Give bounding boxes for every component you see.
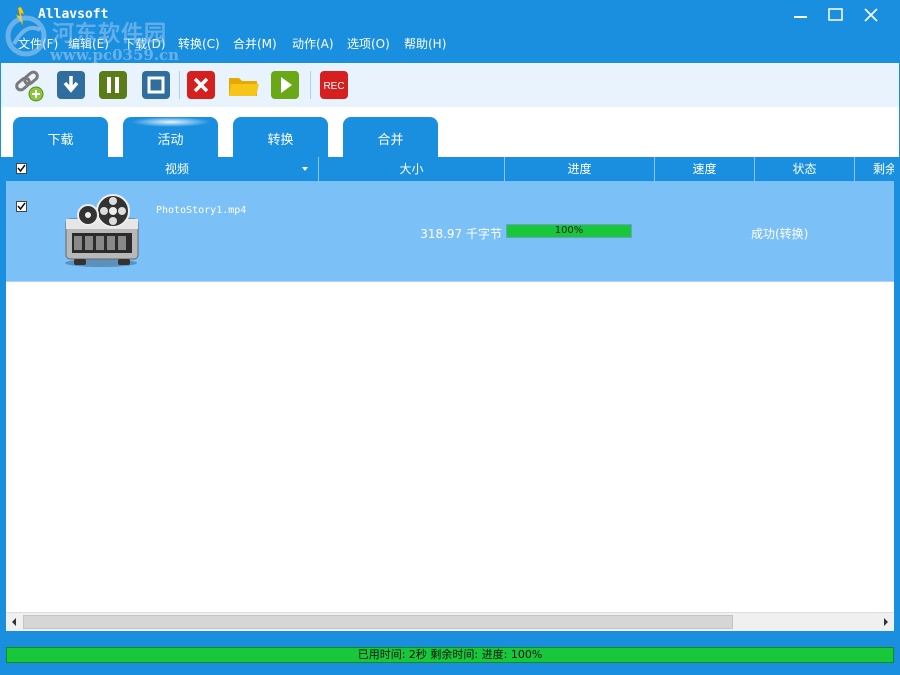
menu-download[interactable]: 下载(D) [123,35,166,52]
tab-label: 转换 [267,133,294,148]
tab-convert[interactable]: 转换 [233,117,328,157]
sort-desc-icon [302,167,308,171]
select-all-checkbox[interactable] [16,163,27,174]
checkmark-icon [17,164,26,173]
minimize-button[interactable] [786,4,816,26]
app-window: Allavsoft 文件(F) 编辑(E) 下载(D) 转换(C) 合并(M) … [0,0,900,675]
close-icon [864,8,878,22]
triangle-left-icon [12,618,16,626]
menu-file[interactable]: 文件(F) [18,35,58,52]
file-name: PhotoStory1.mp4 [156,205,247,216]
download-arrow-icon [57,71,85,99]
progress-bar: 100% [506,224,632,238]
menu-merge[interactable]: 合并(M) [233,35,277,52]
menu-action[interactable]: 动作(A) [292,35,334,52]
pause-button[interactable] [98,70,128,100]
menu-convert[interactable]: 转换(C) [178,35,220,52]
table-header: 视频 大小 进度 速度 状态 剩余 [6,157,894,181]
open-folder-button[interactable] [228,70,259,100]
tab-label: 合并 [377,133,404,148]
window-title: Allavsoft [38,7,109,22]
maximize-button[interactable] [821,4,851,26]
status-bar: 已用时间: 2秒 剩余时间: 进度: 100% [6,647,894,663]
tab-label: 活动 [157,133,184,148]
scrollbar-thumb[interactable] [23,615,733,629]
checkmark-icon [17,202,26,211]
triangle-right-icon [884,618,888,626]
tab-bar: 下载 活动 转换 合并 [1,107,899,157]
table-row[interactable]: PhotoStory1.mp4 318.97 千字节 100% 成功(转换) [6,181,894,282]
menu-edit[interactable]: 编辑(E) [68,35,109,52]
close-window-button[interactable] [856,4,886,26]
row-checkbox[interactable] [16,201,27,212]
stop-button[interactable] [141,70,171,100]
progress-text: 100% [554,225,584,236]
rec-label: REC [323,81,344,92]
tab-label: 下载 [47,133,74,148]
video-thumbnail-icon [65,194,139,267]
maximize-icon [828,8,843,21]
app-logo-icon [15,7,25,25]
add-link-button[interactable] [13,70,44,102]
menu-options[interactable]: 选项(O) [347,35,390,52]
pause-icon [99,71,127,99]
scroll-left-button[interactable] [6,613,23,631]
scroll-right-button[interactable] [877,613,894,631]
record-button[interactable]: REC [319,70,349,100]
download-list: PhotoStory1.mp4 318.97 千字节 100% 成功(转换) [6,181,894,612]
column-header-video[interactable]: 视频 [36,157,319,181]
column-header-size[interactable]: 大小 [319,157,505,181]
minimize-icon [794,16,807,18]
stop-icon [142,71,170,99]
delete-button[interactable] [186,70,216,100]
column-header-status[interactable]: 状态 [755,157,855,181]
toolbar-separator [310,71,311,99]
title-bar: Allavsoft [0,0,900,32]
toolbar-separator [179,71,180,99]
download-button[interactable] [56,70,86,100]
menu-help[interactable]: 帮助(H) [404,35,446,52]
file-size: 318.97 千字节 [420,227,502,241]
status-text: 成功(转换) [751,227,809,241]
play-button[interactable] [270,70,300,100]
close-x-icon [187,71,215,99]
tab-active[interactable]: 活动 [123,117,218,157]
column-label: 视频 [164,162,189,176]
play-icon [271,71,299,99]
link-add-icon [15,70,44,102]
column-header-speed[interactable]: 速度 [655,157,755,181]
tab-download[interactable]: 下载 [13,117,108,157]
rec-icon: REC [320,71,348,99]
status-bar-text: 已用时间: 2秒 剩余时间: 进度: 100% [357,648,543,661]
folder-icon [229,78,259,96]
horizontal-scrollbar[interactable] [6,612,894,631]
toolbar: REC [1,63,899,107]
column-header-progress[interactable]: 进度 [505,157,655,181]
menu-bar: 文件(F) 编辑(E) 下载(D) 转换(C) 合并(M) 动作(A) 选项(O… [0,32,900,54]
tab-merge[interactable]: 合并 [343,117,438,157]
column-header-remaining[interactable]: 剩余 [855,157,894,181]
